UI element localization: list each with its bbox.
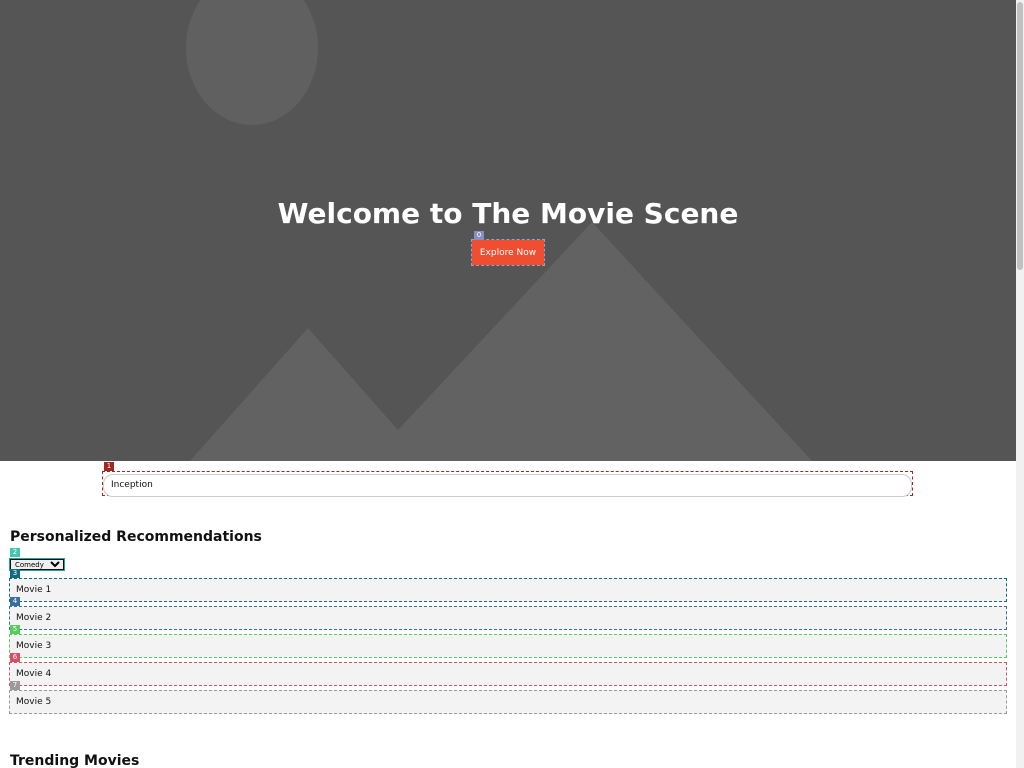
element-marker: 5 <box>10 625 20 634</box>
element-marker: 2 <box>10 548 20 557</box>
hero-title: Welcome to The Movie Scene <box>277 197 739 230</box>
explore-button-wrapper: Explore Now <box>471 239 545 266</box>
page: Welcome to The Movie Scene Explore Now P… <box>0 0 1016 768</box>
movie-title: Movie 3 <box>16 641 52 651</box>
element-marker: 0 <box>474 231 484 240</box>
movie-list-item[interactable]: Movie 3 <box>9 634 1007 658</box>
movie-list-item[interactable]: Movie 2 <box>9 606 1007 630</box>
movie-title: Movie 4 <box>16 669 52 679</box>
element-marker: 6 <box>10 653 20 662</box>
trending-title: Trending Movies <box>10 753 140 768</box>
movie-list-item[interactable]: Movie 1 <box>9 578 1007 602</box>
scrollbar-thumb[interactable] <box>1017 2 1023 270</box>
element-marker: 1 <box>104 462 114 471</box>
search-container <box>102 471 913 497</box>
movie-title: Movie 2 <box>16 613 52 623</box>
explore-now-button[interactable]: Explore Now <box>472 240 544 265</box>
recommendations-title: Personalized Recommendations <box>10 529 262 545</box>
movie-title: Movie 5 <box>16 697 52 707</box>
hero-banner: Welcome to The Movie Scene Explore Now <box>0 0 1016 461</box>
element-marker: 7 <box>10 681 20 690</box>
element-marker: 3 <box>10 569 20 578</box>
sun-shape <box>186 0 318 125</box>
movie-title: Movie 1 <box>16 585 52 595</box>
scrollbar[interactable] <box>1016 0 1024 768</box>
movie-list-item[interactable]: Movie 4 <box>9 662 1007 686</box>
search-input[interactable] <box>103 473 912 497</box>
movie-list-item[interactable]: Movie 5 <box>9 690 1007 714</box>
element-marker: 4 <box>10 597 20 606</box>
